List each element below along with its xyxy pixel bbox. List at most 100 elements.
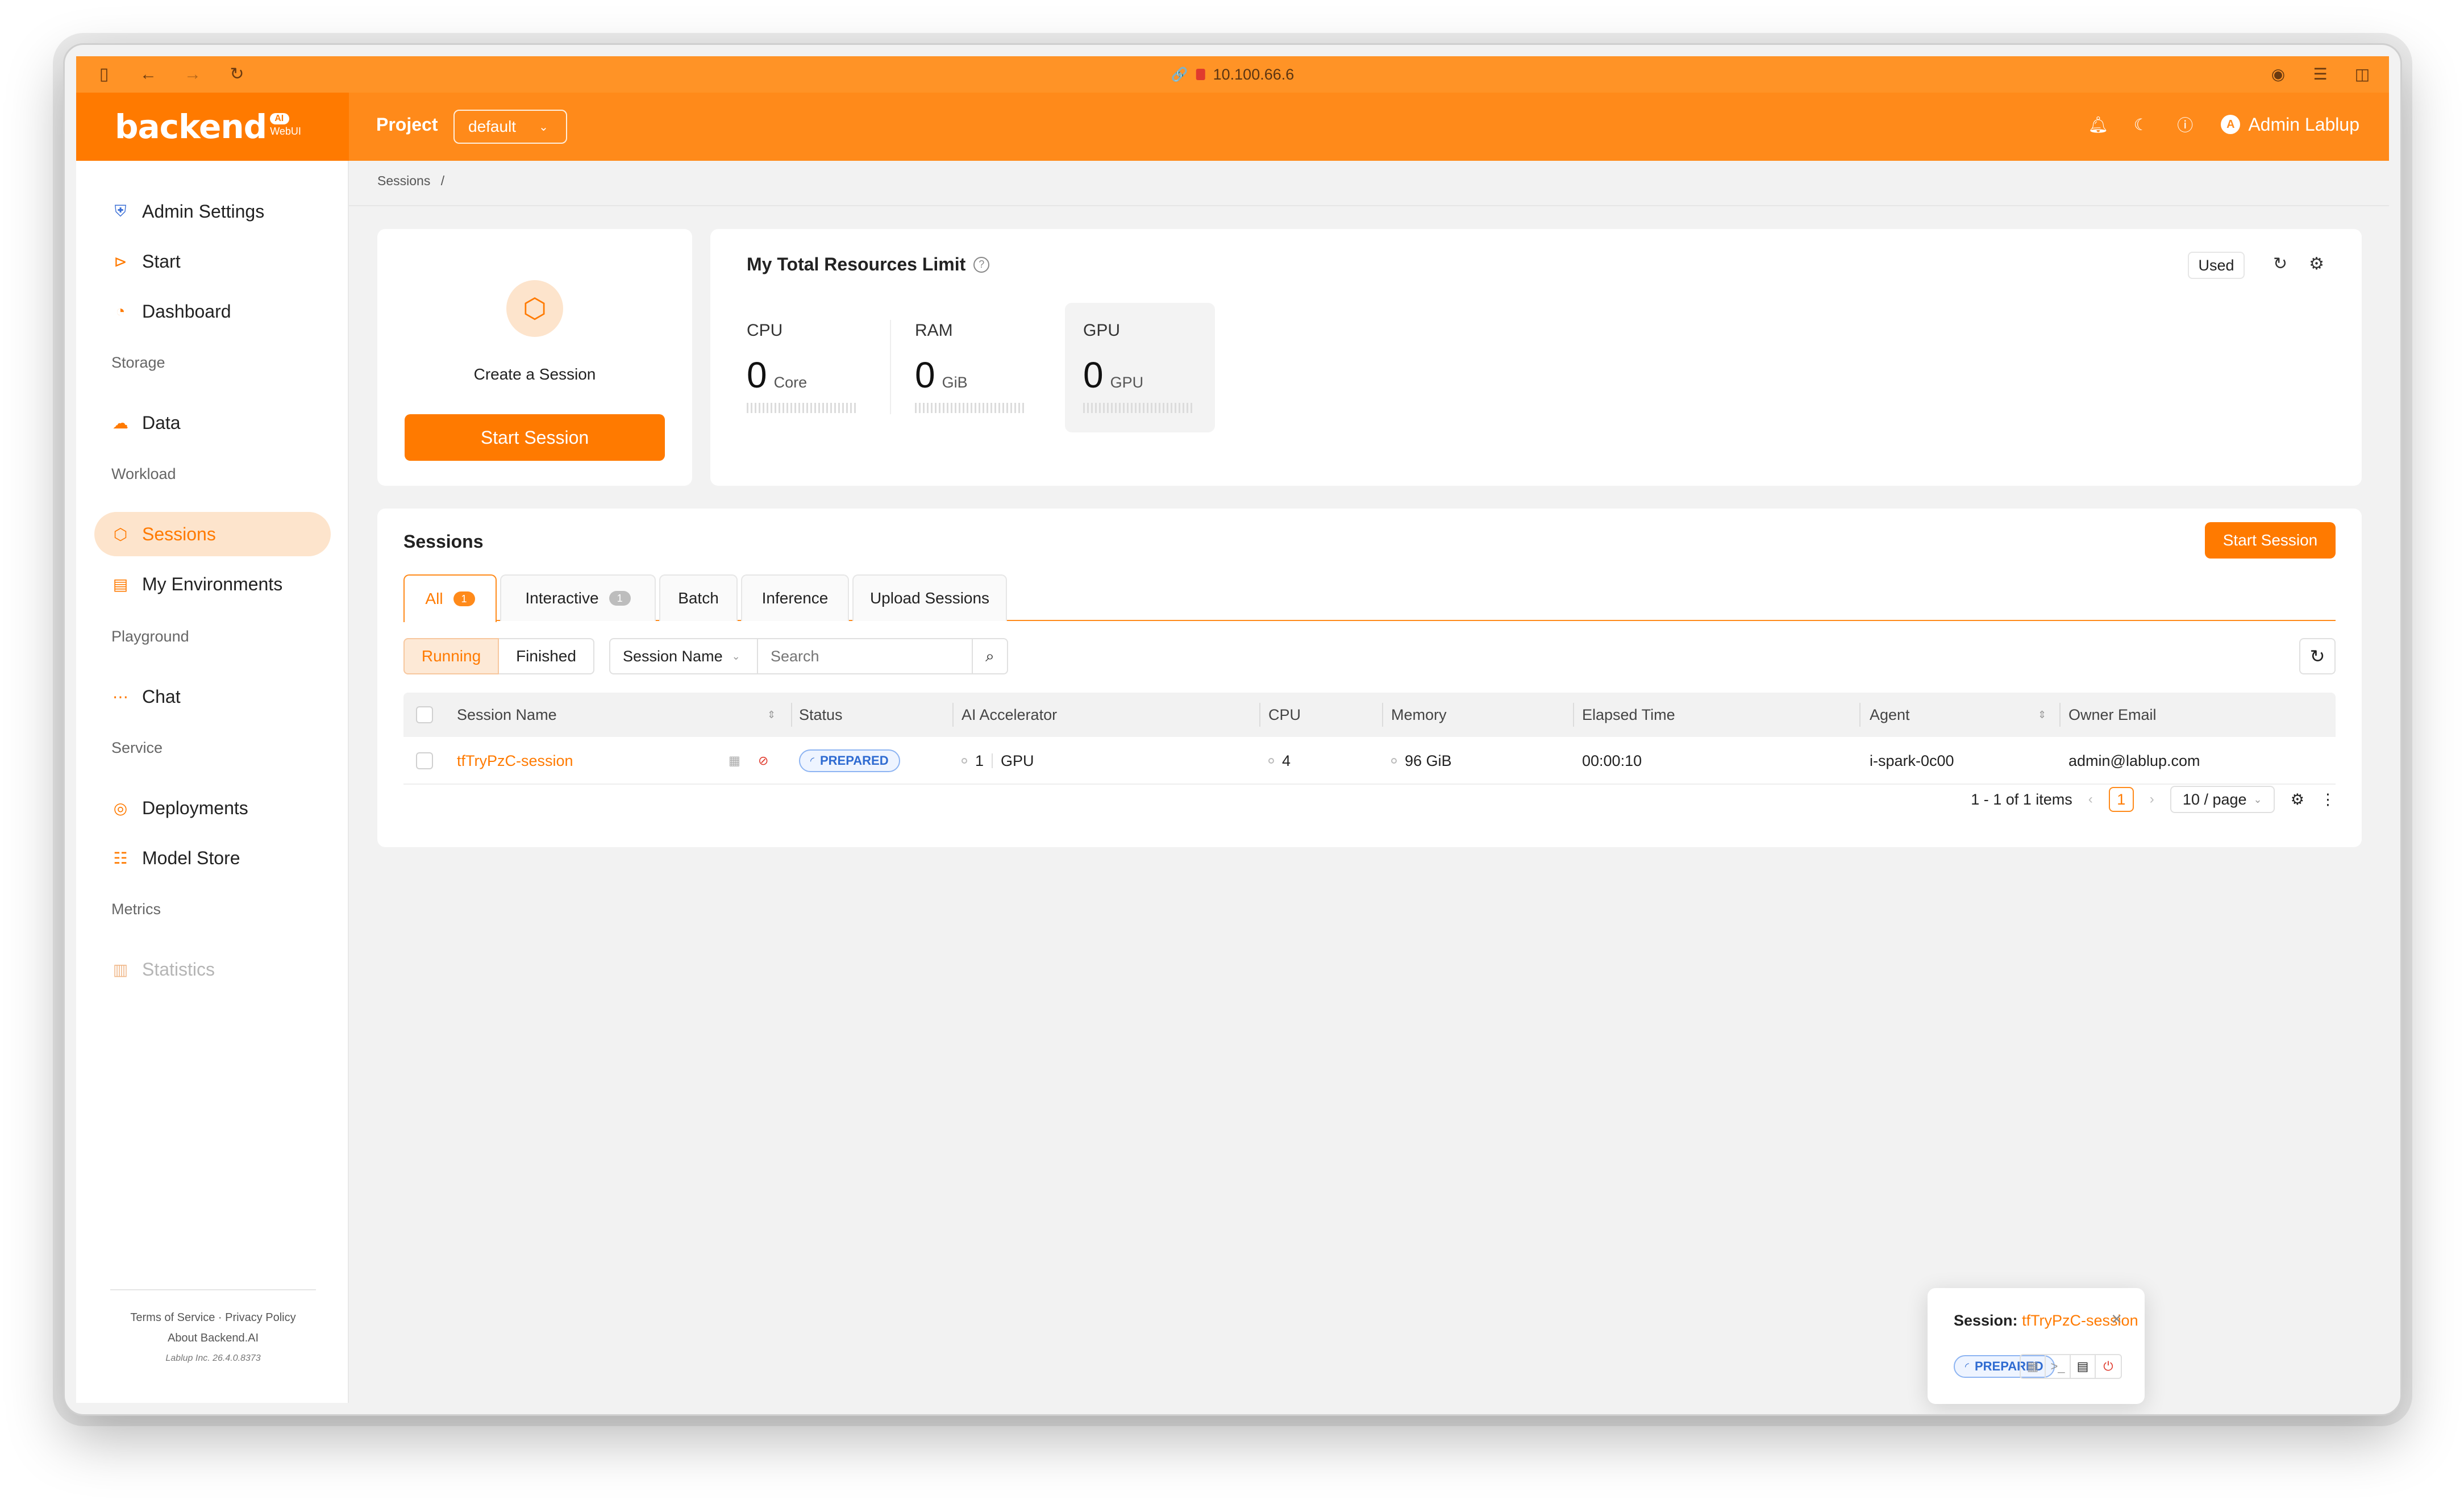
logo-badge: AI [270, 113, 290, 124]
back-icon[interactable]: ← [139, 65, 158, 84]
gear-icon[interactable]: ⚙ [2309, 254, 2324, 274]
tab-inference[interactable]: Inference [741, 574, 849, 621]
page-size-select[interactable]: 10 / page ⌄ [2170, 786, 2275, 813]
create-session-card: ⬡ Create a Session Start Session [377, 229, 692, 486]
row-checkbox[interactable] [416, 737, 433, 785]
resource-unit: Core [773, 374, 808, 391]
browser-toolbar: ▯ ← → ↻ 🔗 10.100.66.6 ◉ ☰ ◫ [76, 56, 2389, 93]
prev-page-icon[interactable]: ‹ [2088, 791, 2093, 807]
create-session-title: Create a Session [473, 365, 596, 383]
resource-dot-icon [1268, 758, 1274, 764]
power-icon[interactable]: ⏻ [2096, 1355, 2121, 1378]
log-icon[interactable]: ▤ [2071, 1355, 2096, 1378]
sort-icon[interactable]: ⇕ [2038, 693, 2046, 737]
column-header[interactable]: Session Name [457, 693, 557, 737]
column-label: Agent [1870, 706, 1910, 723]
close-icon[interactable]: × [2111, 1309, 2122, 1330]
table-row: tfTryPzC-session ▦ ⊘ ◜ PREPARED 1 GPU 4 … [403, 737, 2336, 785]
sidebar-item-label: Data [142, 412, 181, 433]
column-header[interactable]: Agent [1870, 693, 1910, 737]
split-view-icon[interactable]: ◫ [2353, 65, 2372, 84]
terms-link[interactable]: Terms of Service [130, 1311, 215, 1324]
next-page-icon[interactable]: › [2150, 791, 2154, 807]
project-label: Project [376, 114, 438, 135]
sidebar-item-my-environments[interactable]: ▤ My Environments [94, 562, 331, 606]
reload-icon[interactable]: ↻ [227, 65, 247, 84]
terminate-icon[interactable]: ⊘ [758, 737, 768, 785]
tab-upload-sessions[interactable]: Upload Sessions [852, 574, 1007, 621]
divider [952, 703, 954, 727]
sidebar-item-data[interactable]: ☁ Data [94, 401, 331, 445]
sidebar-item-dashboard[interactable]: ◔ Dashboard [94, 289, 331, 334]
moon-icon[interactable]: ☾ [2132, 115, 2149, 134]
running-filter[interactable]: Running [403, 638, 499, 674]
page-number[interactable]: 1 [2108, 787, 2134, 812]
sidebar-item-start[interactable]: ⊳ Start [94, 239, 331, 284]
agent-cell: i-spark-0c00 [1870, 752, 1954, 769]
terminal-icon[interactable]: >_ [2046, 1355, 2071, 1378]
group-label-metrics: Metrics [111, 901, 161, 918]
start-session-button[interactable]: Start Session [405, 414, 665, 461]
reader-icon[interactable]: ☰ [2311, 65, 2330, 84]
resources-title-text: My Total Resources Limit [747, 254, 966, 274]
bell-icon[interactable]: 🔔︎ [2088, 115, 2108, 134]
tab-batch[interactable]: Batch [659, 574, 738, 621]
about-link[interactable]: About Backend.AI [110, 1328, 316, 1348]
refresh-icon[interactable]: ↻ [2273, 254, 2287, 274]
select-all-checkbox[interactable] [416, 693, 433, 737]
search-input[interactable] [758, 638, 973, 674]
notification-label: Session: [1954, 1312, 2018, 1329]
column-label: Owner Email [2068, 706, 2157, 723]
owner-cell: admin@lablup.com [2068, 752, 2200, 769]
address-bar[interactable]: 🔗 10.100.66.6 [1171, 66, 1295, 84]
used-toggle[interactable]: Used [2188, 252, 2245, 279]
filter-row: Running Finished Session Name ⌄ ⌕ ↻ [403, 638, 2336, 674]
breadcrumb-item[interactable]: Sessions [377, 173, 430, 188]
loading-icon: ◜ [1965, 1360, 1969, 1372]
tab-all[interactable]: All 1 [403, 574, 497, 622]
logo[interactable]: backend AI WebUI [76, 93, 349, 161]
sidebar-item-deployments[interactable]: ◎ Deployments [94, 786, 331, 830]
memory-cell: 96 GiB [1391, 737, 1452, 785]
play-circle-icon: ⊳ [114, 252, 127, 270]
forward-icon[interactable]: → [183, 65, 202, 84]
gear-icon[interactable]: ⚙ [2291, 791, 2304, 809]
search-group: Session Name ⌄ ⌕ [609, 638, 1008, 674]
footer-separator: · [218, 1311, 222, 1324]
divider [349, 205, 2389, 206]
sidebar-item-label: Start [142, 251, 181, 272]
sidebar-toggle-icon[interactable]: ▯ [94, 65, 114, 84]
divider [2059, 703, 2061, 727]
app-grid-icon[interactable]: ▦ [729, 737, 740, 785]
project-select[interactable]: default ⌄ [453, 110, 567, 144]
privacy-link[interactable]: Privacy Policy [225, 1311, 295, 1324]
refresh-button[interactable]: ↻ [2299, 638, 2336, 674]
more-icon[interactable]: ⋮ [2320, 791, 2336, 809]
chat-icon: ⋯ [113, 688, 128, 706]
app-grid-icon[interactable]: ▦ [2021, 1355, 2046, 1378]
finished-filter[interactable]: Finished [499, 638, 594, 674]
group-label-playground: Playground [111, 628, 189, 645]
column-header: AI Accelerator [962, 693, 1057, 737]
sidebar-item-model-store[interactable]: ☷ Model Store [94, 836, 331, 880]
sidebar-item-chat[interactable]: ⋯ Chat [94, 674, 331, 719]
sort-icon[interactable]: ⇕ [767, 693, 776, 737]
password-manager-icon[interactable]: ◉ [2269, 65, 2288, 84]
accelerator-type: GPU [1001, 752, 1034, 769]
accelerator-cell: 1 GPU [962, 737, 1034, 785]
tab-label: Inference [761, 589, 829, 607]
user-menu[interactable]: A Admin Lablup [2221, 114, 2359, 135]
search-icon[interactable]: ⌕ [973, 638, 1008, 674]
start-session-button[interactable]: Start Session [2205, 522, 2336, 559]
column-label: Memory [1391, 706, 1447, 723]
search-field-select[interactable]: Session Name ⌄ [609, 638, 758, 674]
question-icon[interactable]: ? [973, 256, 990, 273]
tab-interactive[interactable]: Interactive 1 [500, 574, 656, 621]
sidebar-item-sessions[interactable]: ⬡ Sessions [94, 512, 331, 556]
sidebar-item-admin-settings[interactable]: ⛨ Admin Settings [94, 189, 331, 234]
column-label: Elapsed Time [1582, 706, 1675, 723]
session-name-link[interactable]: tfTryPzC-session [457, 737, 573, 785]
help-icon[interactable]: ⓘ [2176, 113, 2194, 136]
status-cell: ◜ PREPARED [799, 737, 900, 785]
divider [1573, 703, 1574, 727]
